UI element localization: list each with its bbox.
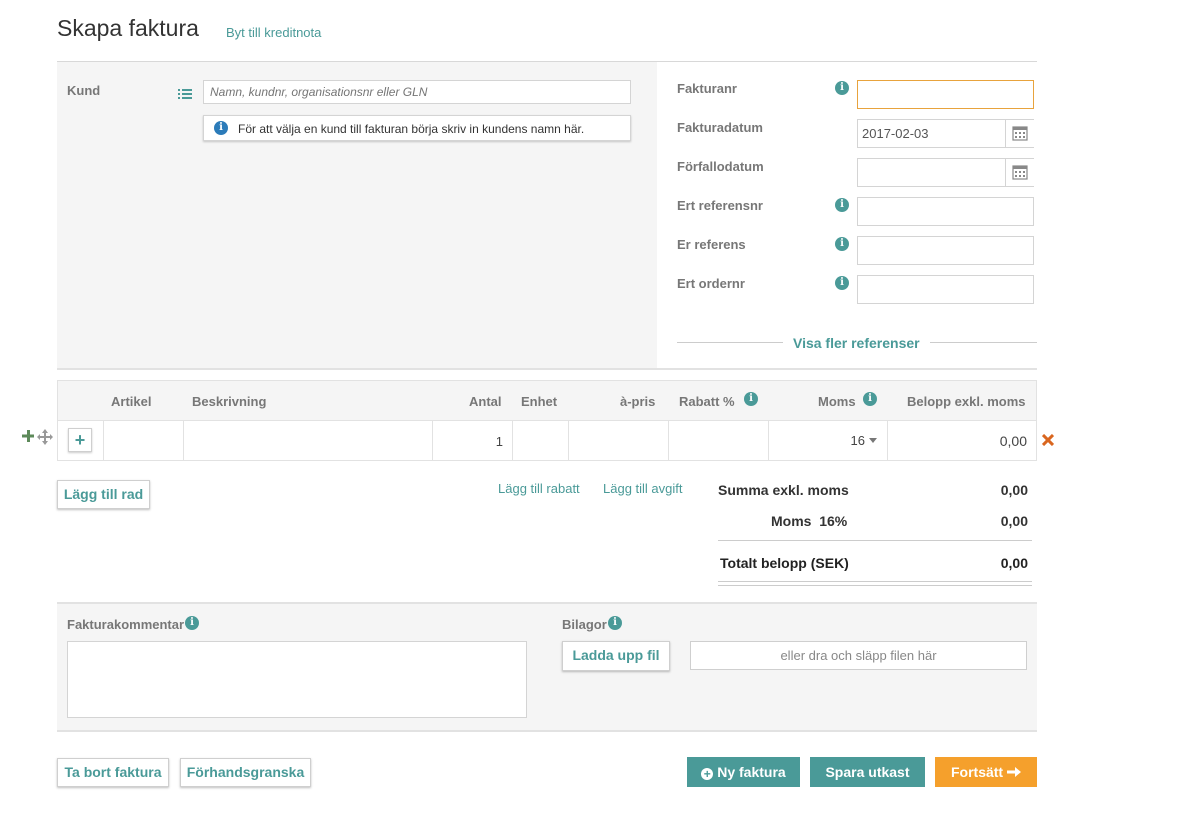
invoice-date-label: Fakturadatum <box>677 120 763 135</box>
bottom-panel: Fakturakommentar i Bilagor i Ladda upp f… <box>57 602 1037 732</box>
divider <box>718 581 1032 582</box>
show-more-references-link[interactable]: Visa fler referenser <box>793 335 920 351</box>
chevron-down-icon <box>869 438 877 443</box>
vat-rate: 16% <box>819 513 848 529</box>
drag-handle-icon[interactable] <box>37 429 53 445</box>
continue-label: Fortsätt <box>950 764 1004 780</box>
info-icon: i <box>214 121 228 135</box>
col-description: Beskrivning <box>192 394 267 409</box>
col-amount: Belopp exkl. moms <box>907 394 1026 409</box>
comment-info-icon[interactable]: i <box>185 616 199 630</box>
vat-select[interactable]: 16 <box>768 421 887 461</box>
your-order-number-info-icon[interactable]: i <box>835 276 849 290</box>
col-discount: Rabatt % <box>679 394 735 409</box>
description-cell[interactable] <box>183 421 432 461</box>
article-cell[interactable] <box>103 421 183 461</box>
add-row-handle-icon[interactable] <box>22 430 34 442</box>
continue-button[interactable]: Fortsätt <box>935 757 1037 787</box>
discount-info-icon[interactable]: i <box>744 392 758 406</box>
file-drop-zone[interactable]: eller dra och släpp filen här <box>690 641 1027 670</box>
row-add-button[interactable]: + <box>68 428 92 452</box>
total-value: 0,00 <box>1000 555 1028 571</box>
invoice-table-header: Artikel Beskrivning Antal Enhet à-pris R… <box>57 380 1037 421</box>
attachments-label: Bilagor <box>562 617 607 632</box>
our-reference-input[interactable] <box>857 236 1034 265</box>
quantity-cell[interactable]: 1 <box>432 421 512 461</box>
vat-info-icon[interactable]: i <box>863 392 877 406</box>
subtotal-label: Summa exkl. moms <box>718 482 849 498</box>
col-article: Artikel <box>111 394 152 409</box>
unit-cell[interactable] <box>512 421 568 461</box>
your-ref-number-input[interactable] <box>857 197 1034 226</box>
discount-cell[interactable] <box>668 421 768 461</box>
amount-value: 0,00 <box>999 433 1027 449</box>
preview-button[interactable]: Förhandsgranska <box>180 758 311 787</box>
comment-label: Fakturakommentar <box>67 617 185 632</box>
invoice-number-label: Fakturanr <box>677 81 737 96</box>
subtotal-value: 0,00 <box>1000 482 1028 498</box>
vat-value: 16 <box>850 433 865 448</box>
your-ref-number-label: Ert referensnr <box>677 198 763 213</box>
total-label: Totalt belopp (SEK) <box>720 555 849 571</box>
your-order-number-label: Ert ordernr <box>677 276 745 291</box>
upload-file-button[interactable]: Ladda upp fil <box>562 641 670 671</box>
col-quantity: Antal <box>469 394 502 409</box>
vat-summary-label: Moms 16% <box>771 513 847 529</box>
invoice-number-input[interactable] <box>857 80 1034 109</box>
calendar-icon[interactable] <box>1005 120 1034 147</box>
customer-label: Kund <box>67 83 101 98</box>
table-row: + 1 16 0,00 <box>57 420 1037 461</box>
unit-price-cell[interactable] <box>568 421 668 461</box>
save-draft-button[interactable]: Spara utkast <box>810 757 925 787</box>
customer-panel: Kund i För att välja en kund till faktur… <box>57 62 657 368</box>
invoice-number-info-icon[interactable]: i <box>835 81 849 95</box>
col-unit-price: à-pris <box>620 394 656 409</box>
our-reference-info-icon[interactable]: i <box>835 237 849 251</box>
page-title: Skapa faktura <box>57 15 199 41</box>
col-unit: Enhet <box>521 394 558 409</box>
due-date-label: Förfallodatum <box>677 159 764 174</box>
switch-to-credit-note-link[interactable]: Byt till kreditnota <box>226 25 321 40</box>
add-discount-link[interactable]: Lägg till rabatt <box>498 481 580 496</box>
add-fee-link[interactable]: Lägg till avgift <box>603 481 683 496</box>
amount-cell: 0,00 <box>887 421 1037 461</box>
divider <box>718 585 1032 586</box>
section-divider <box>57 368 1037 370</box>
col-vat: Moms <box>818 394 856 409</box>
delete-invoice-button[interactable]: Ta bort faktura <box>57 758 169 787</box>
our-reference-label: Er referens <box>677 237 746 252</box>
customer-hint-box: i För att välja en kund till fakturan bö… <box>203 115 631 141</box>
divider <box>677 342 783 343</box>
attachments-info-icon[interactable]: i <box>608 616 622 630</box>
quantity-value: 1 <box>495 434 503 449</box>
plus-circle-icon: + <box>701 768 714 780</box>
calendar-icon[interactable] <box>1005 159 1034 186</box>
vat-summary-text: Moms <box>771 513 812 529</box>
your-order-number-input[interactable] <box>857 275 1034 304</box>
your-ref-number-info-icon[interactable]: i <box>835 198 849 212</box>
new-invoice-button[interactable]: + Ny faktura <box>687 757 800 787</box>
arrow-right-icon <box>1007 758 1021 788</box>
customer-search-input[interactable] <box>203 80 631 104</box>
customer-list-icon[interactable] <box>178 88 192 100</box>
new-invoice-label: Ny faktura <box>717 764 786 780</box>
customer-hint-text: För att välja en kund till fakturan börj… <box>238 122 585 136</box>
comment-textarea[interactable] <box>67 641 527 718</box>
divider <box>930 342 1037 343</box>
add-row-button[interactable]: Lägg till rad <box>57 480 150 509</box>
divider <box>718 540 1032 541</box>
remove-row-icon[interactable] <box>1041 433 1055 447</box>
vat-summary-value: 0,00 <box>1000 513 1028 529</box>
